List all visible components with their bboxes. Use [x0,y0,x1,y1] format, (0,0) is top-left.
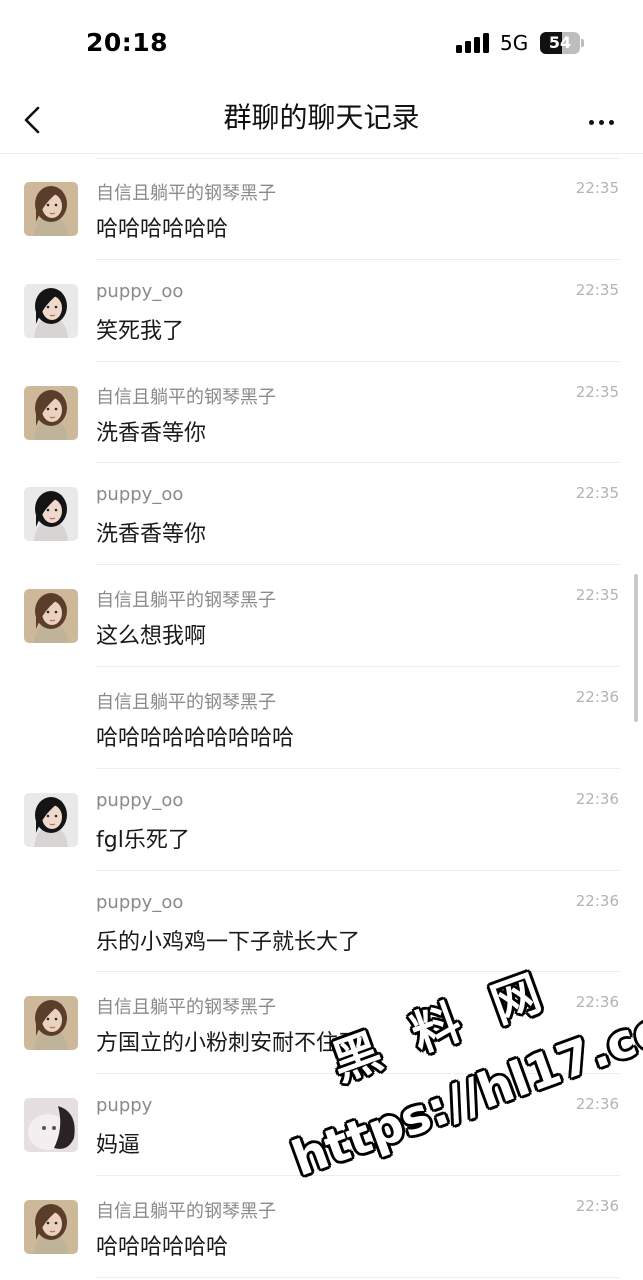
message-item[interactable]: puppy_oo 22:36 fgl乐死了 [0,769,643,871]
girl-avatar-brown-hair [24,589,78,644]
message-text: 乐的小鸡鸡一下子就长大了 [96,929,361,955]
sender-name[interactable]: puppy_oo [96,790,183,811]
message-text: 方国立的小粉刺安耐不住了 [96,1031,361,1057]
avatar[interactable] [24,792,78,847]
sender-name[interactable]: puppy_oo [96,281,183,302]
network-type-label: 5G [500,31,529,55]
message-time: 22:36 [575,1196,619,1215]
avatar[interactable] [24,589,78,644]
girl-avatar-brown-hair [24,182,78,236]
status-bar: 20:18 5G 54 [0,0,643,88]
message-item[interactable]: puppy 22:36 妈逼 [0,1074,643,1176]
girl-avatar-black-hair [24,792,78,847]
message-time: 22:35 [575,382,619,401]
message-time: 22:36 [575,1095,619,1114]
message-text: 笑死我了 [96,318,185,344]
avatar[interactable] [24,283,78,338]
message-time: 22:36 [575,687,619,706]
divider [96,1276,620,1278]
sender-name[interactable]: 自信且躺平的钢琴黑子 [96,179,276,205]
girl-avatar-brown-hair [24,1199,78,1254]
girl-avatar-brown-hair [24,996,78,1051]
message-time: 22:35 [575,586,619,605]
message-text: 哈哈哈哈哈哈 [96,1234,229,1260]
message-text: 洗香香等你 [96,420,207,446]
ellipsis-icon [588,119,594,125]
message-item[interactable]: 自信且躺平的钢琴黑子 22:36 哈哈哈哈哈哈哈哈哈 [0,667,643,769]
message-item[interactable]: puppy_oo 22:36 乐的小鸡鸡一下子就长大了 [0,871,643,973]
cellular-signal-icon [456,33,492,53]
message-text: 洗香香等你 [96,522,207,548]
sender-name[interactable]: puppy_oo [96,892,183,913]
sender-name[interactable]: puppy_oo [96,484,183,505]
message-item[interactable]: 自信且躺平的钢琴黑子 22:36 方国立的小粉刺安耐不住了 [0,972,643,1075]
message-item[interactable]: 自信且躺平的钢琴黑子 22:35 这么想我啊 [0,565,643,667]
avatar[interactable] [24,1199,78,1254]
avatar[interactable] [24,1098,78,1153]
avatar[interactable] [24,487,78,542]
sender-name[interactable]: 自信且躺平的钢琴黑子 [96,586,276,612]
status-time: 20:18 [86,28,169,57]
avatar[interactable] [24,385,78,440]
message-item[interactable]: puppy_oo 22:35 洗香香等你 [0,463,643,566]
avatar[interactable] [24,996,78,1051]
back-button[interactable] [16,96,56,144]
message-time: 22:36 [575,891,619,910]
message-text: 妈逼 [96,1133,141,1159]
message-item[interactable]: 自信且躺平的钢琴黑子 22:35 哈哈哈哈哈哈 [0,158,643,260]
message-time: 22:35 [575,484,619,503]
message-time: 22:35 [575,280,619,299]
cat-avatar [24,1098,78,1153]
sender-name[interactable]: 自信且躺平的钢琴黑子 [96,383,276,409]
sender-name[interactable]: 自信且躺平的钢琴黑子 [96,1197,276,1223]
battery-icon: 54 [540,32,584,54]
sender-name[interactable]: 自信且躺平的钢琴黑子 [96,993,276,1019]
girl-avatar-black-hair [24,283,78,338]
sender-name[interactable]: puppy [96,1095,152,1116]
message-item[interactable]: 自信且躺平的钢琴黑子 22:35 洗香香等你 [0,362,643,464]
message-text: 这么想我啊 [96,624,207,650]
message-time: 22:36 [575,789,619,808]
chevron-left-icon [24,106,40,134]
page-title: 群聊的聊天记录 [223,101,420,134]
more-options-button[interactable] [578,102,624,142]
message-time: 22:35 [575,179,619,197]
message-item[interactable]: 自信且躺平的钢琴黑子 22:36 哈哈哈哈哈哈 [0,1176,643,1278]
message-text: 哈哈哈哈哈哈 [96,217,229,242]
message-text: 哈哈哈哈哈哈哈哈哈 [96,725,295,751]
sender-name[interactable]: 自信且躺平的钢琴黑子 [96,688,276,714]
battery-level-text: 54 [548,33,572,52]
chat-record-list[interactable]: 自信且躺平的钢琴黑子 22:35 哈哈哈哈哈哈 puppy_oo 22:35 笑死我了 … [0,158,643,1278]
girl-avatar-brown-hair [24,385,78,440]
girl-avatar-black-hair [24,487,78,542]
scrollbar[interactable] [634,574,638,722]
message-time: 22:36 [575,993,619,1012]
avatar[interactable] [24,182,78,236]
message-item[interactable]: puppy_oo 22:35 笑死我了 [0,260,643,362]
message-text: fgl乐死了 [96,827,190,853]
nav-bar: 群聊的聊天记录 [0,88,643,154]
